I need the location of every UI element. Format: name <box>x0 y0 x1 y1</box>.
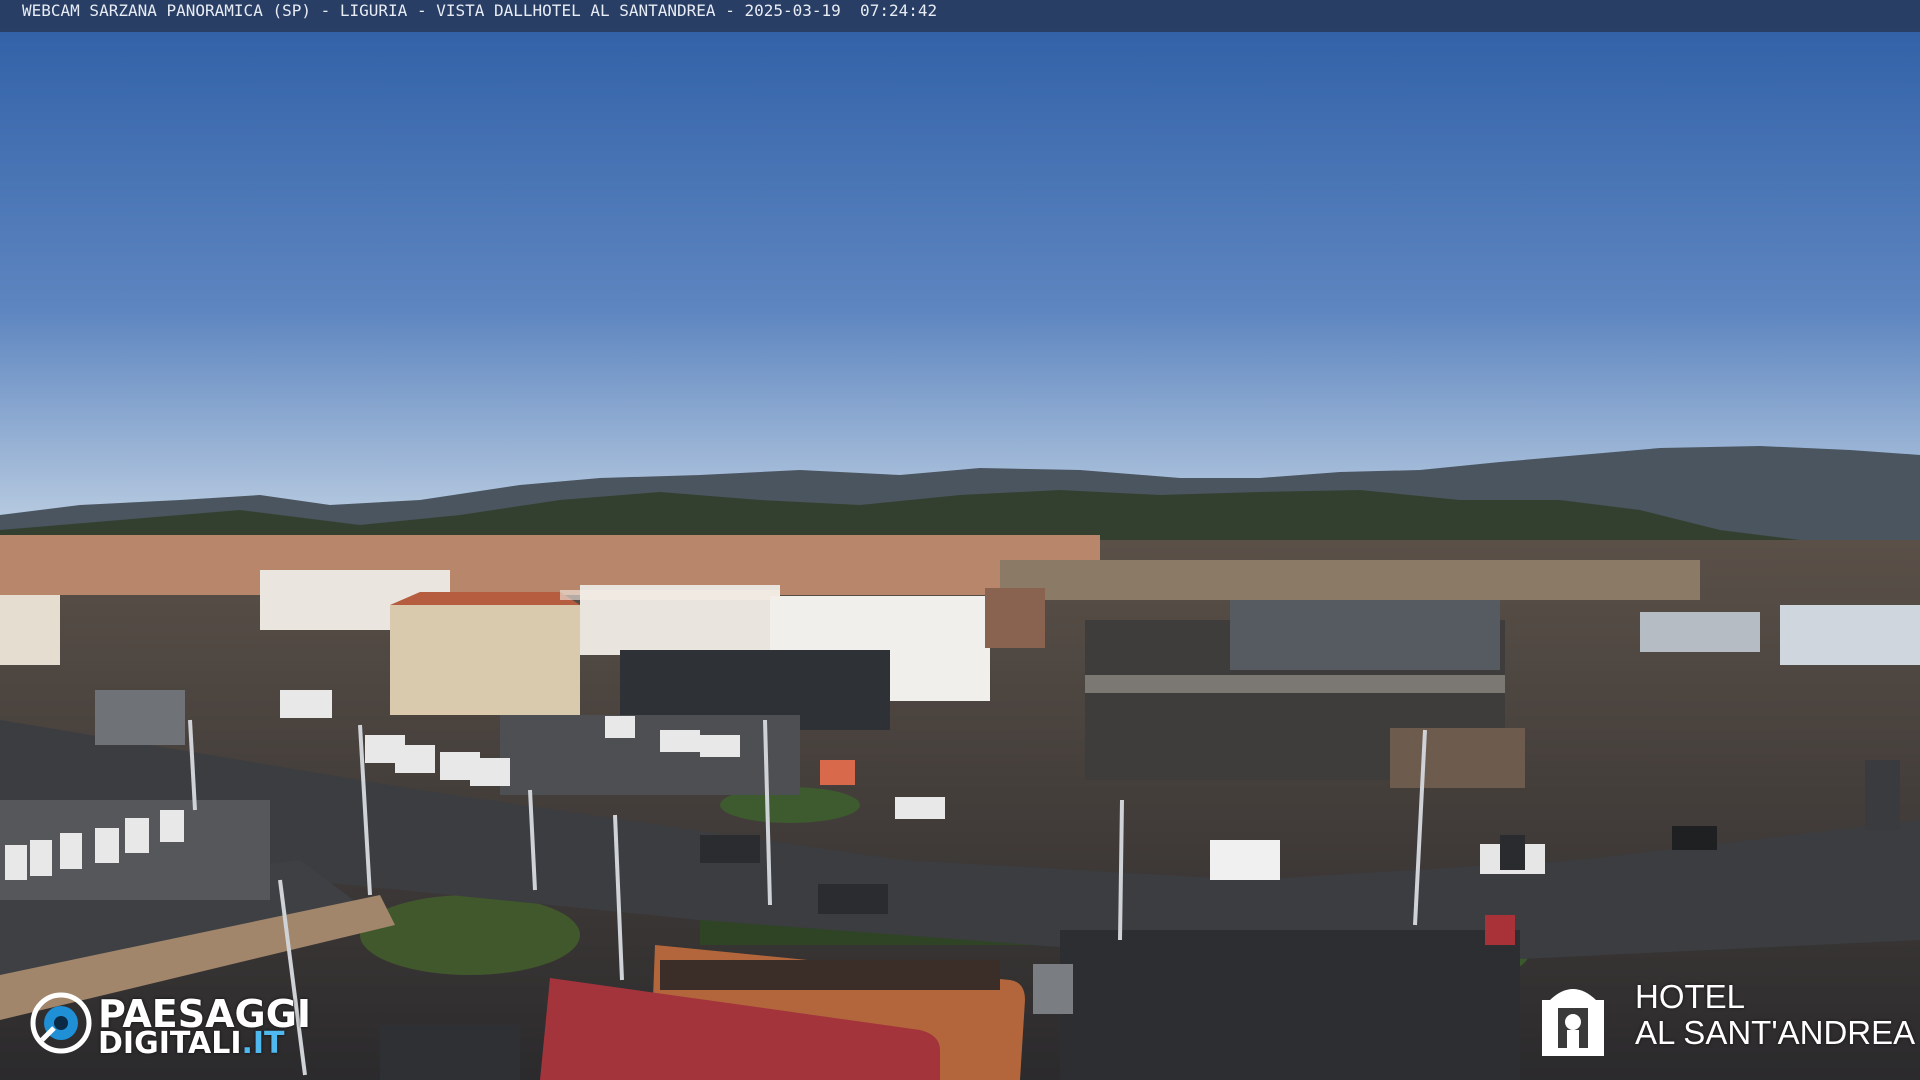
car <box>700 835 760 863</box>
hotel-name-line2: AL SANT'ANDREA <box>1635 1014 1916 1051</box>
car <box>1672 826 1717 850</box>
hotel-logo: HOTEL AL SANT'ANDREA <box>1540 978 1915 1058</box>
eye-icon <box>30 992 92 1054</box>
rooftops-band <box>0 535 1100 595</box>
car <box>818 884 888 914</box>
logo-line2-main: DIGITALI <box>98 1026 242 1061</box>
sign <box>1500 835 1525 870</box>
paesaggi-digitali-logo: PAESAGGI DIGITALI.IT <box>30 992 350 1062</box>
sign <box>1865 760 1900 830</box>
webcam-title-overlay: WEBCAM SARZANA PANORAMICA (SP) - LIGURIA… <box>0 0 1920 32</box>
truck <box>95 690 185 745</box>
logo-line2-suffix: .IT <box>241 1026 285 1061</box>
building <box>0 595 60 665</box>
logo-line2: DIGITALI.IT <box>98 1026 285 1061</box>
car <box>1033 964 1073 1014</box>
parking-lot <box>500 715 800 795</box>
building <box>1780 605 1920 665</box>
building <box>985 588 1045 648</box>
sky <box>0 0 1920 520</box>
sign <box>820 760 855 785</box>
building <box>390 605 580 715</box>
webcam-photo <box>0 0 1920 1080</box>
pickup-truck <box>1210 840 1280 880</box>
hotel-name-line1: HOTEL <box>1635 978 1746 1015</box>
hotel-emblem-icon <box>1542 989 1604 1056</box>
